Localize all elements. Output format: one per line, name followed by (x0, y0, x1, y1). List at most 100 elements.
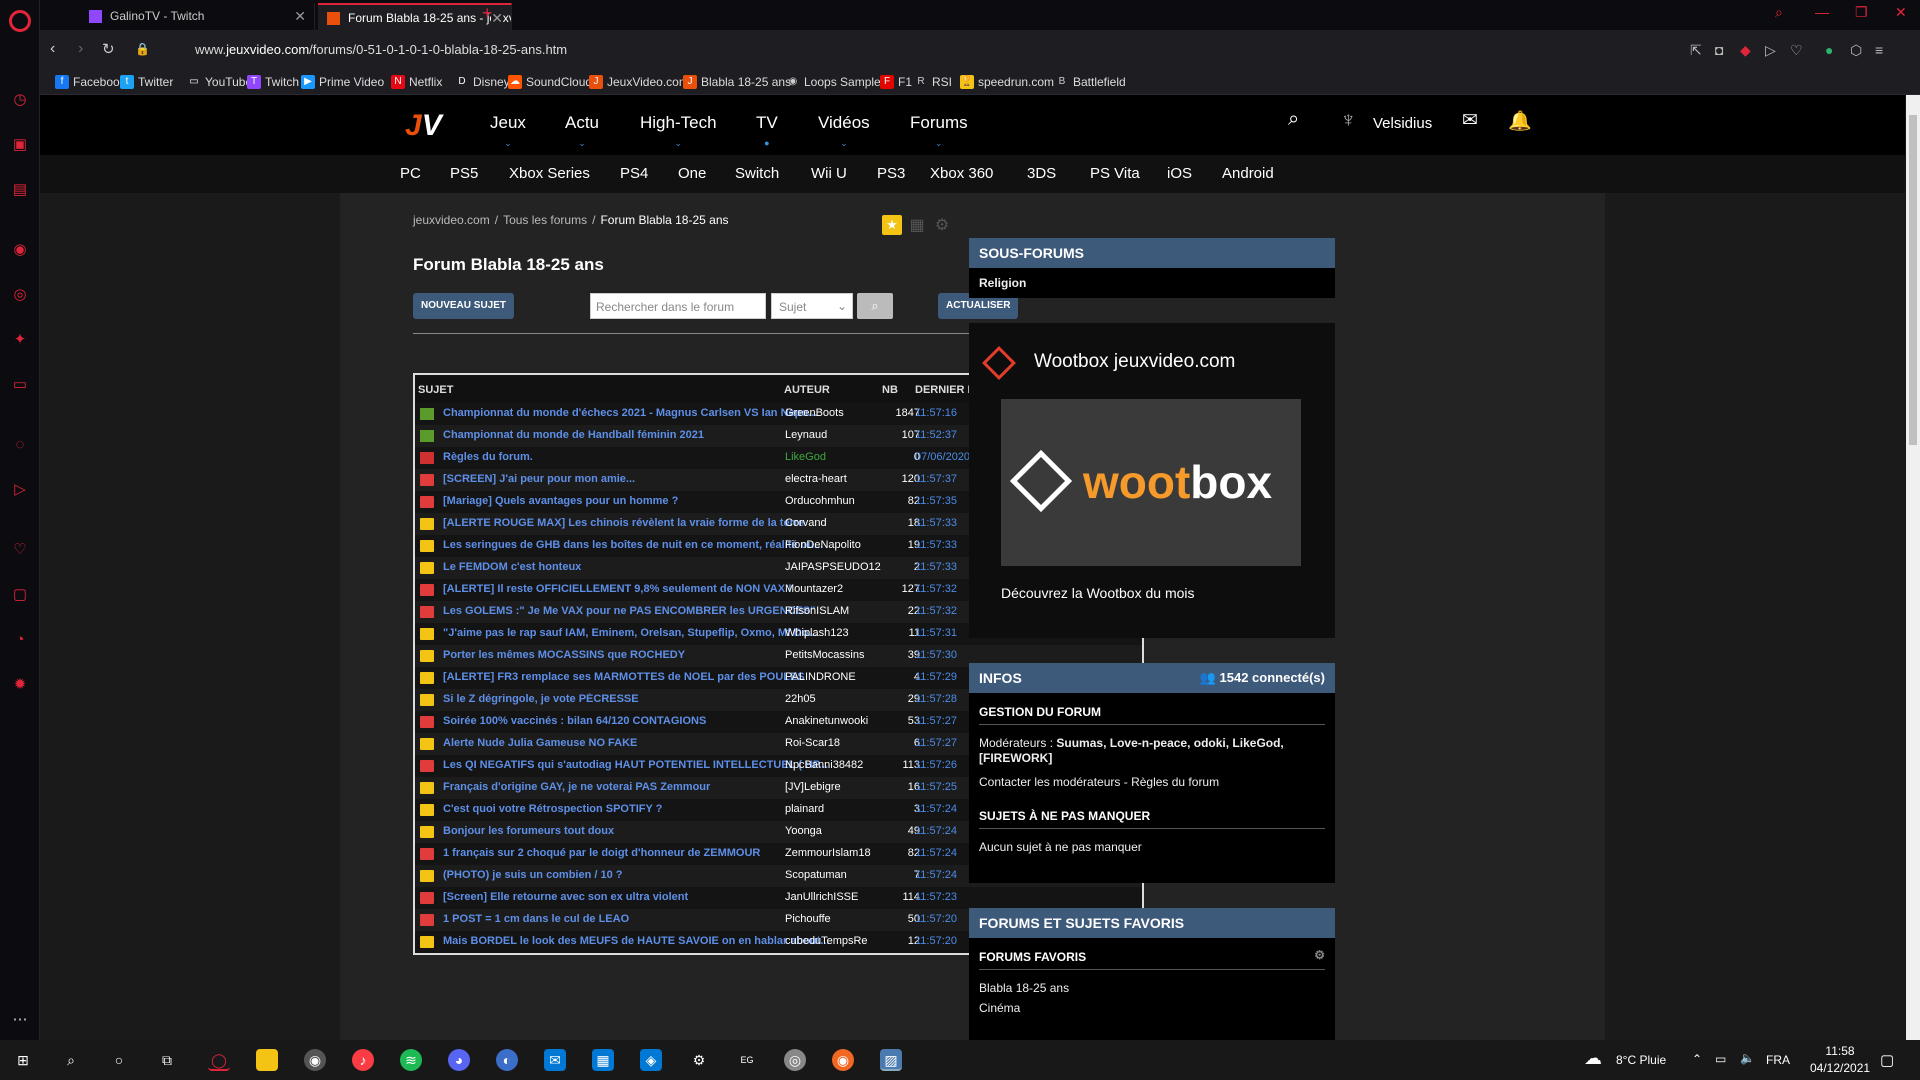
topic-title[interactable]: Championnat du monde de Handball féminin… (443, 429, 843, 441)
history-icon[interactable]: ◔ (10, 630, 30, 650)
forum-search-input[interactable]: Rechercher dans le forum (590, 293, 766, 319)
topic-author[interactable]: PetitsMocassins (785, 649, 885, 661)
fav-forum-item[interactable]: Cinéma (969, 995, 1335, 1015)
topic-last-msg[interactable]: 07/06/2020 (915, 451, 970, 463)
topic-title[interactable]: Règles du forum. (443, 451, 843, 463)
player-icon[interactable]: ◌ (10, 435, 30, 455)
username[interactable]: Velsidius (1373, 115, 1432, 132)
topic-title[interactable]: [Mariage] Quels avantages pour un homme … (443, 495, 843, 507)
avatar[interactable]: ♆ (1340, 107, 1357, 133)
topic-last-msg[interactable]: 11:52:37 (915, 429, 957, 441)
platform-ps5[interactable]: PS5 (450, 165, 478, 182)
topic-last-msg[interactable]: 11:57:37 (915, 473, 957, 485)
topic-author[interactable]: Pichouffe (785, 913, 885, 925)
nav-videos[interactable]: Vidéos ⌄ (818, 113, 870, 148)
nav-actu[interactable]: Actu ⌄ (565, 113, 599, 148)
topic-title[interactable]: [ALERTE ROUGE MAX] Les chinois révèlent … (443, 517, 843, 529)
topic-title[interactable]: Championnat du monde d'échecs 2021 - Mag… (443, 407, 843, 419)
topic-title[interactable]: (PHOTO) je suis un combien / 10 ? (443, 869, 843, 881)
topic-title[interactable]: 1 français sur 2 choqué par le doigt d'h… (443, 847, 843, 859)
adblock-icon[interactable]: ◆ (1740, 42, 1751, 59)
topic-last-msg[interactable]: 11:57:16 (915, 407, 957, 419)
wootbox-banner[interactable]: wootbox (1001, 399, 1301, 566)
subforum-link[interactable]: Religion (969, 268, 1335, 290)
paint-icon[interactable]: ▨ (880, 1049, 902, 1071)
bookmark-1[interactable]: t Twitter (120, 75, 173, 89)
gear-icon[interactable]: ⚙ (932, 215, 952, 235)
close-tab-icon[interactable]: ✕ (491, 5, 503, 30)
topic-last-msg[interactable]: 11:57:29 (915, 671, 957, 683)
topic-author[interactable]: JanUllrichISSE (785, 891, 885, 903)
topic-title[interactable]: Soirée 100% vaccinés : bilan 64/120 CONT… (443, 715, 843, 727)
topic-title[interactable]: [ALERTE] FR3 remplace ses MARMOTTES de N… (443, 671, 843, 683)
spotify-icon[interactable]: ≋ (400, 1049, 422, 1071)
minimize-icon[interactable]: — (1815, 4, 1829, 20)
search-icon[interactable]: ⌕ (60, 1049, 82, 1071)
nav-jeux[interactable]: Jeux ⌄ (490, 113, 526, 148)
reload-icon[interactable]: ↻ (102, 40, 115, 58)
topic-last-msg[interactable]: 11:57:26 (915, 759, 957, 771)
url-field[interactable]: www.jeuxvideo.com/forums/0-51-0-1-0-1-0-… (195, 42, 567, 57)
topic-author[interactable]: Corvand (785, 517, 885, 529)
platform-one[interactable]: One (678, 165, 706, 182)
network-icon[interactable]: ▭ (1715, 1052, 1726, 1066)
account-icon[interactable]: ● (1825, 42, 1833, 58)
topic-author[interactable]: JAIPASPSEUDO12 (785, 561, 885, 573)
platform-ios[interactable]: iOS (1167, 165, 1192, 182)
topic-author[interactable]: 22h05 (785, 693, 885, 705)
flow-icon[interactable]: ▷ (1765, 42, 1776, 59)
platform-wii-u[interactable]: Wii U (811, 165, 847, 182)
language[interactable]: FRA (1766, 1053, 1790, 1067)
close-window-icon[interactable]: ✕ (1895, 4, 1907, 21)
bookmark-7[interactable]: ☁ SoundCloud (508, 75, 592, 89)
weather-text[interactable]: 8°C Pluie (1616, 1053, 1666, 1067)
notifications-icon[interactable]: 🔔 (1508, 109, 1532, 133)
bookmark-4[interactable]: ▶ Prime Video (301, 75, 384, 89)
new-topic-button[interactable]: NOUVEAU SUJET (413, 293, 515, 319)
bookmark-3[interactable]: T Twitch (247, 75, 299, 89)
topic-last-msg[interactable]: 11:57:33 (915, 517, 957, 529)
bookmark-10[interactable]: ◉ Loops Samples (786, 75, 887, 89)
breadcrumb-all-forums[interactable]: Tous les forums (503, 213, 587, 227)
task-view-icon[interactable]: ⧉ (156, 1049, 178, 1071)
mail-app-icon[interactable]: ✉ (544, 1049, 566, 1071)
topic-last-msg[interactable]: 11:57:35 (915, 495, 957, 507)
topic-title[interactable]: [SCREEN] J'ai peur pour mon amie... (443, 473, 843, 485)
whatsapp-icon[interactable]: ◎ (10, 285, 30, 305)
topic-author[interactable]: Leynaud (785, 429, 885, 441)
topic-title[interactable]: Les seringues de GHB dans les boîtes de … (443, 539, 843, 551)
topic-last-msg[interactable]: 11:57:24 (915, 847, 957, 859)
topic-author[interactable]: Scopatuman (785, 869, 885, 881)
tab-twitch[interactable]: GalinoTV - Twitch ✕ (80, 3, 315, 30)
topic-author[interactable]: Anakinetunwooki (785, 715, 885, 727)
search-icon[interactable]: ⌕ (1288, 108, 1299, 131)
topic-author[interactable]: Mountazer2 (785, 583, 885, 595)
settings-icon[interactable]: ✹ (10, 675, 30, 695)
steam-icon[interactable]: ⚙ (688, 1049, 710, 1071)
topic-last-msg[interactable]: 11:57:27 (915, 715, 957, 727)
topic-author[interactable]: electra-heart (785, 473, 885, 485)
tray-chevron-icon[interactable]: ⌃ (1692, 1052, 1702, 1066)
topic-last-msg[interactable]: 11:57:24 (915, 869, 957, 881)
epic-games-icon[interactable]: EG (736, 1049, 758, 1071)
topic-last-msg[interactable]: 11:57:32 (915, 605, 957, 617)
clock[interactable]: 11:58 04/12/2021 (1810, 1044, 1870, 1075)
topic-author[interactable]: GreenBoots (785, 407, 885, 419)
bookmark-5[interactable]: N Netflix (391, 75, 442, 89)
topic-title[interactable]: "J'aime pas le rap sauf IAM, Eminem, Ore… (443, 627, 843, 639)
topic-author[interactable]: Roi-Scar18 (785, 737, 885, 749)
table-row[interactable]: [Screen] Elle retourne avec son ex ultra… (415, 887, 1142, 909)
menu-icon[interactable]: ≡ (1875, 42, 1883, 58)
opera-logo-icon[interactable] (9, 10, 31, 32)
topic-title[interactable]: Mais BORDEL le look des MEUFS de HAUTE S… (443, 935, 843, 947)
nav-high-tech[interactable]: High-Tech ⌄ (640, 113, 717, 148)
jv-logo[interactable]: JV (405, 109, 442, 143)
topic-title[interactable]: Français d'origine GAY, je ne voterai PA… (443, 781, 843, 793)
topic-last-msg[interactable]: 11:57:20 (915, 935, 957, 947)
maximize-icon[interactable]: ❐ (1855, 4, 1868, 21)
bookmark-icon[interactable]: ▦ (907, 215, 927, 235)
back-icon[interactable]: ‹ (50, 40, 55, 58)
topic-last-msg[interactable]: 11:57:30 (915, 649, 957, 661)
new-tab-icon[interactable]: + (482, 3, 493, 24)
topic-title[interactable]: Les QI NEGATIFS qui s'autodiag HAUT POTE… (443, 759, 843, 771)
